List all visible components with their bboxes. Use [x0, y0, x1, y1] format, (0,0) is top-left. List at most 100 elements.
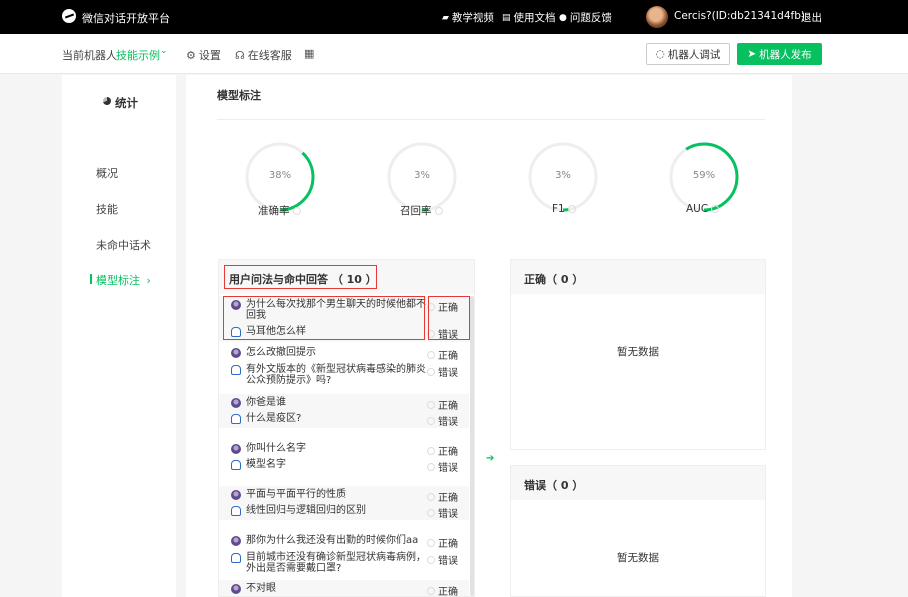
help-icon[interactable]	[292, 206, 301, 215]
wrong-radio[interactable]: 错误	[427, 364, 458, 379]
radio-icon[interactable]	[427, 538, 435, 547]
user-avatar-icon	[231, 348, 241, 358]
online-support-link[interactable]: ☊ 在线客服	[235, 47, 292, 63]
logo-icon	[62, 9, 76, 23]
question-answer-list: 用户问法与命中回答 （ 10 ） 为什么每次找那个男生聊天的时候他都不回我 正确马…	[218, 259, 475, 597]
user-question: 那你为什么我还没有出勤的时候你们aa	[231, 535, 426, 546]
correct-panel-title: 正确（ 0 ）	[524, 273, 584, 286]
robot-test-button[interactable]: ◌ 机器人调试	[646, 43, 730, 65]
gauge-value: 38%	[268, 170, 292, 181]
help-icon[interactable]	[434, 206, 443, 215]
radio-icon[interactable]	[427, 350, 435, 359]
metric-label-recall: 召回率	[400, 203, 443, 218]
correct-radio[interactable]: 正确	[427, 443, 458, 458]
sidebar-item-model-annotation[interactable]: 模型标注 ›	[90, 272, 151, 288]
sidebar-item-overview[interactable]: 概况	[96, 165, 118, 181]
user-name[interactable]: Cercis?(ID:db21341d4fb)	[674, 10, 805, 22]
chevron-right-icon: ›	[146, 274, 151, 287]
sidebar-title: 统计	[115, 96, 138, 110]
list-item: 不对眼 正确	[219, 580, 469, 596]
wrong-radio[interactable]: 错误	[427, 552, 458, 567]
gauge-value: 59%	[692, 170, 716, 181]
robot-icon	[231, 365, 241, 375]
robot-icon	[231, 553, 241, 563]
robot-selector[interactable]: 技能示例	[116, 47, 160, 63]
nav-documentation[interactable]: ▤ 使用文档	[502, 10, 556, 25]
correct-radio[interactable]: 正确	[427, 535, 458, 550]
qrcode-button[interactable]: ▦	[304, 47, 314, 60]
wrong-panel-header: 错误（ 0 ）	[511, 466, 765, 500]
scrollbar[interactable]	[470, 296, 474, 596]
divider	[217, 119, 765, 120]
top-bar: 微信对话开放平台 ▰ 教学视频 ▤ 使用文档 ● 问题反馈 Cercis?(ID…	[0, 0, 908, 34]
user-avatar-icon	[231, 536, 241, 546]
correct-panel-header: 正确（ 0 ）	[511, 260, 765, 294]
nav-feedback[interactable]: ● 问题反馈	[559, 10, 612, 25]
highlight-box-title	[224, 265, 377, 289]
gauge-value: 3%	[414, 170, 430, 181]
main-content: 模型标注 38% 3% 3% 59% 准确率 召回率 F1 AUC 用户问法与命…	[186, 75, 792, 597]
list-item: 那你为什么我还没有出勤的时候你们aa 正确 目前城市还没有确诊新型冠状病毒病例，外出…	[219, 532, 469, 578]
metric-label-auc: AUC	[686, 203, 720, 215]
video-icon: ▰	[442, 12, 449, 23]
settings-link[interactable]: ⚙ 设置	[186, 47, 221, 63]
robot-icon	[231, 506, 241, 516]
app-title[interactable]: 微信对话开放平台	[82, 10, 170, 26]
user-avatar-icon	[231, 398, 241, 408]
correct-empty-text: 暂无数据	[617, 346, 659, 358]
user-avatar-icon	[231, 490, 241, 500]
metric-label-f1: F1	[552, 203, 576, 215]
user-question: 不对眼	[231, 583, 426, 594]
wrong-panel-title: 错误（ 0 ）	[524, 479, 584, 492]
help-icon[interactable]	[711, 205, 720, 213]
radio-icon[interactable]	[427, 462, 435, 471]
send-icon: ➤	[747, 48, 757, 60]
wrong-radio[interactable]: 错误	[427, 413, 458, 428]
radio-icon[interactable]	[427, 555, 435, 564]
avatar[interactable]	[646, 6, 668, 28]
bot-answer: 什么是疫区?	[231, 413, 426, 424]
correct-radio[interactable]: 正确	[427, 583, 458, 596]
robot-publish-button[interactable]: ➤ 机器人发布	[737, 43, 822, 65]
sidebar: 统计 概况 技能 未命中话术 模型标注 ›	[62, 75, 176, 597]
pie-chart-icon	[103, 97, 111, 105]
bot-answer: 线性回归与逻辑回归的区别	[231, 505, 426, 516]
robot-icon	[231, 414, 241, 424]
list-item: 平面与平面平行的性质 正确 线性回归与逻辑回归的区别 错误	[219, 486, 469, 520]
radio-icon[interactable]	[427, 416, 435, 425]
correct-panel: 正确（ 0 ） 暂无数据	[510, 259, 766, 450]
logout-link[interactable]: 退出	[801, 10, 822, 25]
gear-icon: ⚙	[186, 48, 196, 62]
wrong-radio[interactable]: 错误	[427, 459, 458, 474]
user-question: 怎么改撤回提示	[231, 347, 426, 358]
sidebar-item-unmatched[interactable]: 未命中话术	[96, 237, 151, 253]
radio-icon[interactable]	[427, 367, 435, 376]
radio-icon[interactable]	[427, 446, 435, 455]
sidebar-item-skills[interactable]: 技能	[96, 201, 118, 217]
user-question: 平面与平面平行的性质	[231, 489, 426, 500]
metric-label-precision: 准确率	[258, 203, 301, 218]
list-item: 怎么改撤回提示 正确 有外文版本的《新型冠状病毒感染的肺炎公众预防提示》吗? 错误	[219, 344, 469, 390]
radio-icon[interactable]	[427, 586, 435, 595]
wrong-radio[interactable]: 错误	[427, 505, 458, 520]
correct-radio[interactable]: 正确	[427, 397, 458, 412]
nav-tutorial-videos[interactable]: ▰ 教学视频	[442, 10, 494, 25]
radio-icon[interactable]	[427, 508, 435, 517]
user-question: 你叫什么名字	[231, 443, 426, 454]
help-icon[interactable]	[567, 205, 576, 213]
arrow-right-icon: ➔	[486, 453, 495, 464]
bot-answer: 模型名字	[231, 459, 426, 470]
robot-icon	[231, 460, 241, 470]
correct-radio[interactable]: 正确	[427, 489, 458, 504]
chat-icon: ◌	[655, 48, 665, 60]
correct-radio[interactable]: 正确	[427, 347, 458, 362]
sub-header: 当前机器人 技能示例 ⌄ ⚙ 设置 ☊ 在线客服 ▦ ◌ 机器人调试 ➤ 机器人…	[0, 34, 908, 74]
chevron-down-icon[interactable]: ⌄	[160, 46, 168, 56]
page-title: 模型标注	[217, 89, 261, 102]
user-avatar-icon	[231, 444, 241, 454]
bot-answer: 目前城市还没有确诊新型冠状病毒病例，外出是否需要戴口罩?	[231, 552, 426, 574]
wrong-panel: 错误（ 0 ） 暂无数据	[510, 465, 766, 597]
radio-icon[interactable]	[427, 400, 435, 409]
radio-icon[interactable]	[427, 492, 435, 501]
highlight-box-pair	[223, 296, 425, 340]
